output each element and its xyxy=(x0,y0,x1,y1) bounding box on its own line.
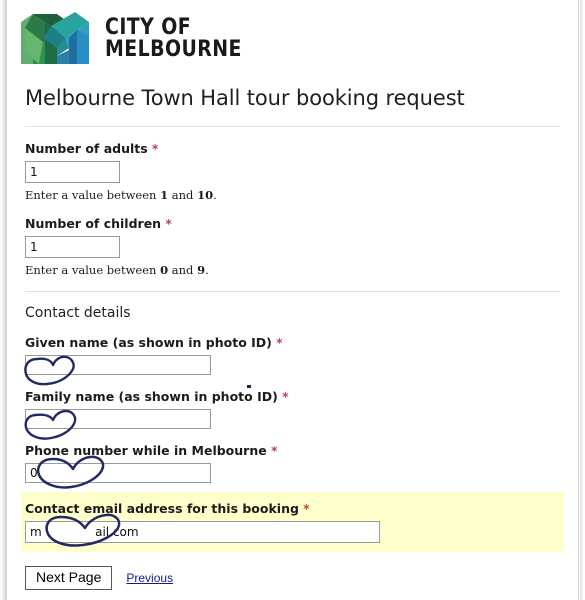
label-text-number-of-adults: Number of adults xyxy=(25,141,148,156)
label-number-of-adults: Number of adults * xyxy=(25,141,560,156)
page-right-edge-shadow xyxy=(580,0,585,600)
help-adults-min: 1 xyxy=(160,188,169,202)
divider-above-contact-details xyxy=(25,291,560,292)
label-text-family-name: Family name (as shown in photo ID) xyxy=(25,389,278,404)
brand-wordmark: CITY OF MELBOURNE xyxy=(105,14,242,62)
booking-form-page: CITY OF MELBOURNE Melbourne Town Hall to… xyxy=(0,0,585,600)
required-marker-children: * xyxy=(165,217,172,231)
required-marker-adults: * xyxy=(152,142,159,156)
booking-form: Number of adults * Enter a value between… xyxy=(7,141,578,552)
help-adults-suffix: . xyxy=(213,188,217,202)
page-left-edge-shadow xyxy=(0,0,6,600)
page-content: CITY OF MELBOURNE Melbourne Town Hall to… xyxy=(7,0,578,600)
field-phone-number: Phone number while in Melbourne * xyxy=(25,443,560,489)
field-contact-email: Contact email address for this booking * xyxy=(25,501,560,547)
help-children-prefix: Enter a value between xyxy=(25,263,161,277)
input-family-name[interactable] xyxy=(25,409,211,429)
required-marker-given-name: * xyxy=(276,336,283,350)
section-title-contact-details: Contact details xyxy=(25,305,131,321)
help-children-mid: and xyxy=(168,263,198,277)
label-contact-email: Contact email address for this booking * xyxy=(25,501,560,516)
field-given-name: Given name (as shown in photo ID) * xyxy=(24,335,560,386)
required-marker-phone: * xyxy=(271,444,278,458)
field-contact-email-highlighted: Contact email address for this booking * xyxy=(21,492,564,552)
input-contact-email[interactable] xyxy=(25,521,380,543)
label-number-of-children: Number of children * xyxy=(25,216,560,231)
previous-link[interactable]: Previous xyxy=(126,571,173,585)
field-family-name: Family name (as shown in photo ID) * xyxy=(24,385,560,440)
help-number-of-adults: Enter a value between 1 and 10. xyxy=(25,188,560,202)
field-number-of-children: Number of children * Enter a value betwe… xyxy=(25,216,560,277)
field-number-of-adults: Number of adults * Enter a value between… xyxy=(25,141,560,202)
label-phone-number: Phone number while in Melbourne * xyxy=(25,443,560,458)
help-children-suffix: . xyxy=(205,263,209,277)
help-number-of-children: Enter a value between 0 and 9. xyxy=(25,263,560,277)
required-marker-family-name: * xyxy=(282,390,289,404)
help-children-min: 0 xyxy=(160,263,169,277)
input-number-of-children[interactable] xyxy=(25,236,120,258)
help-adults-max: 10 xyxy=(197,188,214,202)
brand-line-1: CITY OF xyxy=(105,14,192,40)
label-text-phone-number: Phone number while in Melbourne xyxy=(25,443,267,458)
help-adults-mid: and xyxy=(168,188,198,202)
help-children-max: 9 xyxy=(197,263,206,277)
label-given-name: Given name (as shown in photo ID) * xyxy=(25,335,560,350)
divider-under-title xyxy=(25,126,560,127)
site-header: CITY OF MELBOURNE xyxy=(7,0,578,78)
form-footer: Next Page Previous xyxy=(7,552,578,591)
label-text-number-of-children: Number of children xyxy=(25,216,162,231)
stray-ink-dot-artifact xyxy=(247,385,251,388)
input-phone-number[interactable] xyxy=(25,463,211,483)
label-text-given-name: Given name (as shown in photo ID) xyxy=(25,335,272,350)
page-title: Melbourne Town Hall tour booking request xyxy=(25,86,465,110)
next-page-button[interactable]: Next Page xyxy=(25,566,113,591)
help-adults-prefix: Enter a value between xyxy=(25,188,161,202)
brand-line-2: MELBOURNE xyxy=(105,37,242,62)
input-given-name[interactable] xyxy=(25,355,211,375)
city-of-melbourne-m-logo-icon[interactable] xyxy=(17,8,93,70)
label-family-name: Family name (as shown in photo ID) * xyxy=(25,389,560,404)
input-number-of-adults[interactable] xyxy=(25,161,120,183)
label-text-contact-email: Contact email address for this booking xyxy=(25,501,299,516)
required-marker-email: * xyxy=(303,502,310,516)
